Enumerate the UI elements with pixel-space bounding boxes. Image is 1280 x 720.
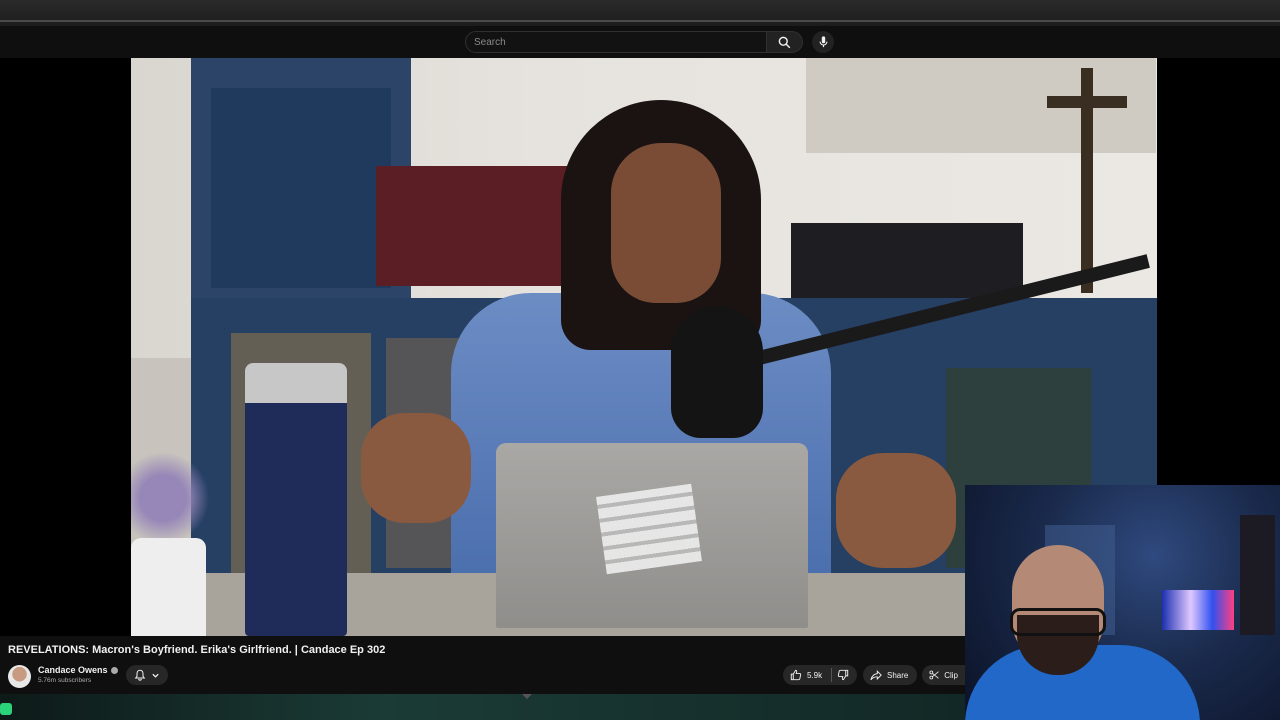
top-bar bbox=[0, 26, 1280, 58]
webcam-overlay bbox=[965, 485, 1280, 720]
bottom-preview-strip bbox=[0, 694, 965, 720]
mic-icon bbox=[819, 36, 827, 48]
chevron-down-icon bbox=[152, 673, 159, 678]
thumbs-up-icon[interactable] bbox=[790, 669, 802, 681]
scene-book-stack bbox=[791, 223, 1023, 298]
bell-icon bbox=[134, 669, 146, 681]
app-icon[interactable] bbox=[0, 703, 12, 715]
scene-books bbox=[376, 166, 571, 286]
scene-shelf-inner bbox=[211, 88, 391, 288]
browser-divider bbox=[0, 20, 1280, 22]
host-left-hand bbox=[361, 413, 471, 523]
share-button[interactable]: Share bbox=[863, 665, 917, 685]
search-button[interactable] bbox=[767, 31, 803, 53]
scene-vase bbox=[131, 538, 206, 636]
channel-name[interactable]: Candace Owens bbox=[38, 665, 108, 675]
clip-button[interactable]: Clip bbox=[922, 665, 965, 685]
scene-crucifix-bar bbox=[1047, 96, 1127, 108]
voice-search-button[interactable] bbox=[812, 31, 834, 53]
scene-microphone bbox=[671, 306, 763, 438]
channel-avatar[interactable] bbox=[8, 665, 31, 688]
scissors-icon bbox=[929, 670, 939, 680]
scene-tumbler-lid bbox=[245, 363, 347, 403]
search-input[interactable] bbox=[466, 32, 762, 53]
webcam-person-glasses bbox=[1010, 608, 1106, 636]
like-divider bbox=[831, 668, 833, 682]
host-face bbox=[611, 143, 721, 303]
clip-label: Clip bbox=[944, 670, 958, 680]
subscriber-count: 5.76m subscribers bbox=[38, 677, 92, 684]
like-count[interactable]: 5.9k bbox=[807, 671, 822, 680]
channel-name-row[interactable]: Candace Owens bbox=[38, 665, 118, 675]
video-title: REVELATIONS: Macron's Boyfriend. Erika's… bbox=[8, 644, 386, 656]
like-dislike-group: 5.9k bbox=[783, 665, 857, 685]
search-box[interactable] bbox=[465, 31, 767, 53]
host-right-hand bbox=[836, 453, 956, 568]
laptop-sticker bbox=[596, 483, 702, 575]
webcam-tv bbox=[1162, 590, 1234, 630]
notification-button[interactable] bbox=[126, 665, 168, 685]
webcam-shelf bbox=[1240, 515, 1275, 635]
thumbs-down-icon[interactable] bbox=[837, 669, 849, 681]
share-icon bbox=[870, 669, 882, 680]
share-label: Share bbox=[887, 670, 909, 680]
search-icon bbox=[778, 36, 791, 48]
verified-icon bbox=[110, 667, 118, 675]
browser-chrome bbox=[0, 0, 1280, 27]
scene-tumbler bbox=[245, 363, 347, 636]
collapse-handle-icon[interactable] bbox=[522, 694, 532, 699]
